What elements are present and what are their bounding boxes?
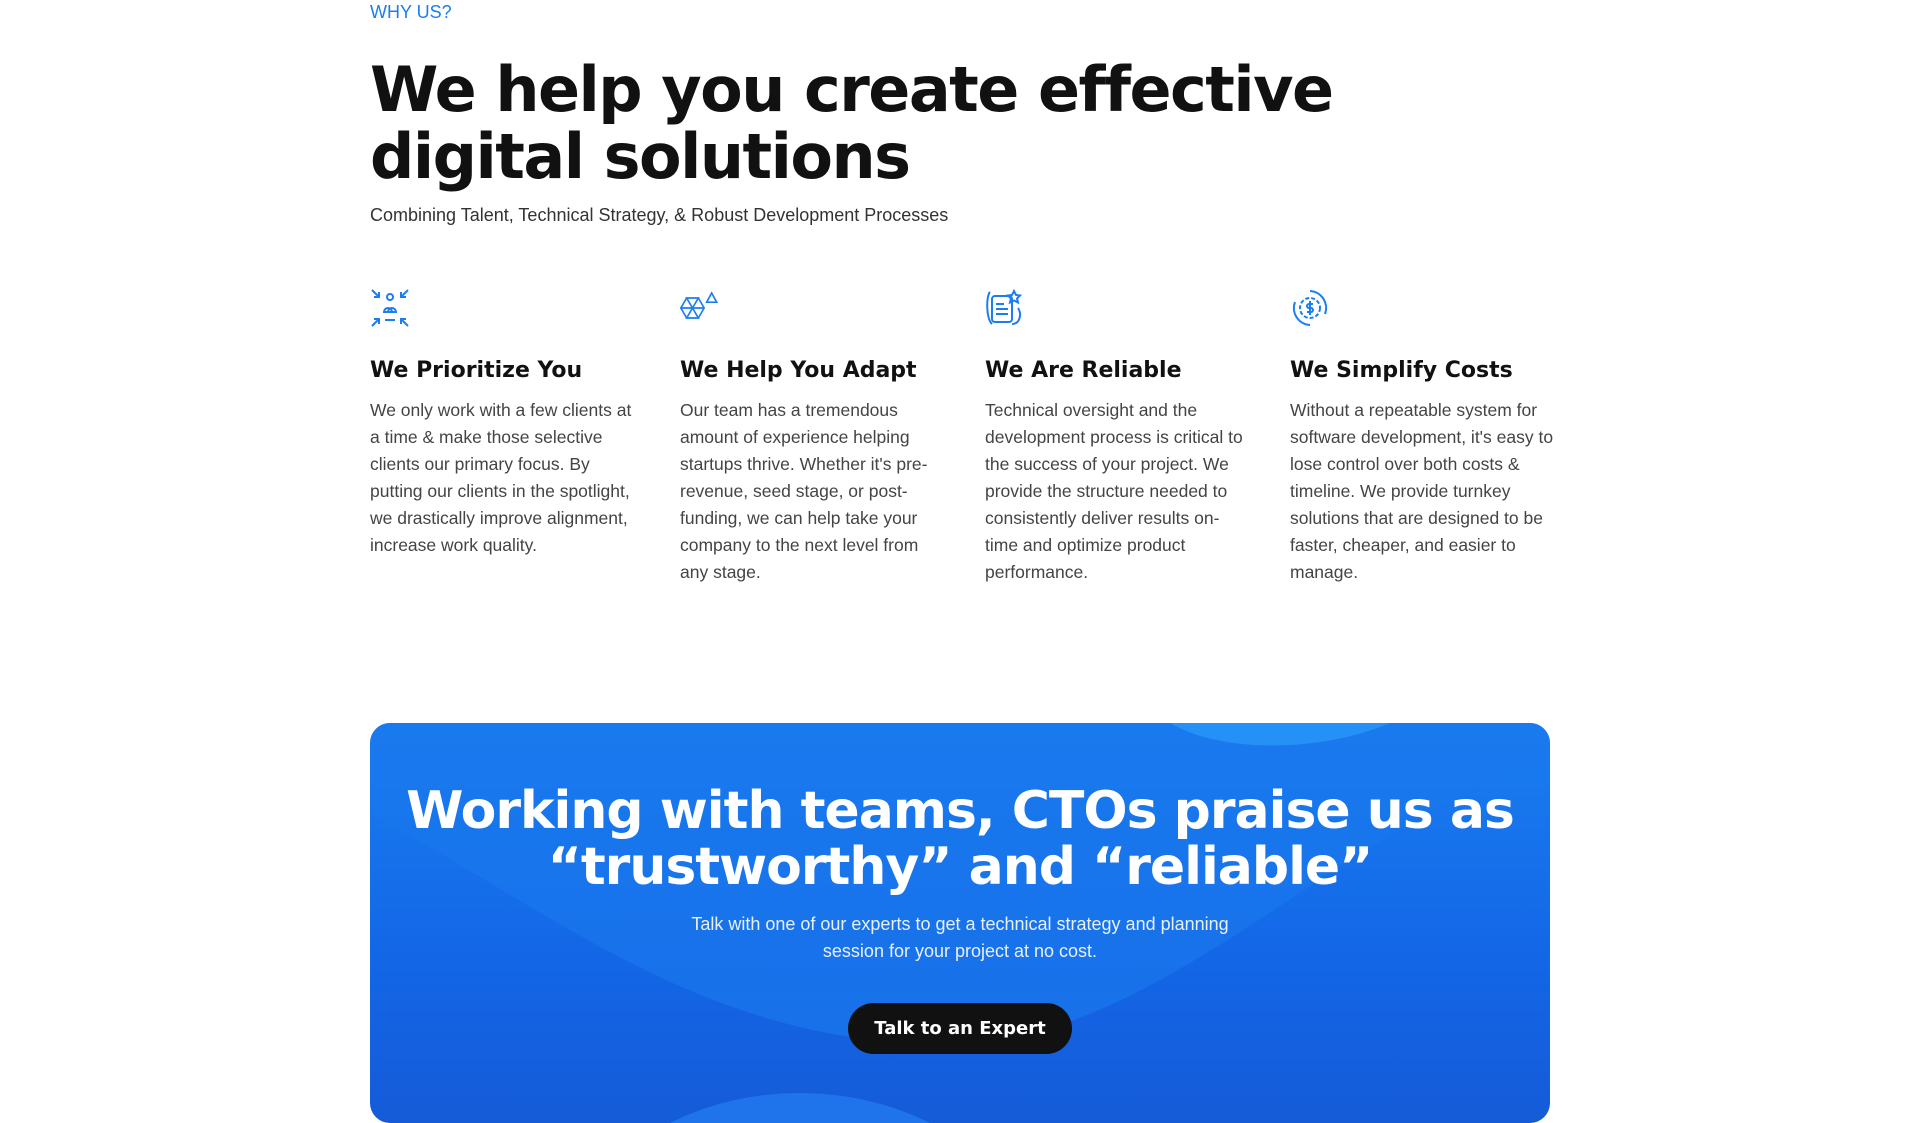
feature-text: Technical oversight and the development … <box>985 400 1243 582</box>
feature-reliable: We Are Reliable Technical oversight and … <box>985 288 1250 586</box>
document-star-icon <box>986 288 1023 325</box>
focus-people-icon <box>371 289 409 327</box>
feature-title: We Help You Adapt <box>680 358 917 383</box>
cta-banner: Working with teams, CTOs praise us as “t… <box>370 723 1550 1123</box>
section-eyebrow: WHY US? <box>370 2 452 22</box>
feature-text: Without a repeatable system for software… <box>1290 400 1554 582</box>
feature-costs: We Simplify Costs Without a repeatable s… <box>1290 288 1555 586</box>
cta-text: Talk with one of our experts to get a te… <box>691 914 1229 961</box>
page-subtitle: Combining Talent, Technical Strategy, & … <box>370 205 949 225</box>
feature-text: Our team has a tremendous amount of expe… <box>680 400 928 582</box>
feature-adapt: We Help You Adapt Our team has a tremend… <box>680 288 945 586</box>
feature-title: We Are Reliable <box>985 358 1182 383</box>
shapes-adapt-icon <box>680 291 719 319</box>
feature-prioritize: We Prioritize You We only work with a fe… <box>370 288 635 559</box>
talk-to-expert-button[interactable]: Talk to an Expert <box>848 1003 1072 1054</box>
feature-title: We Prioritize You <box>370 358 583 383</box>
feature-text: We only work with a few clients at a tim… <box>370 400 632 555</box>
page-title: We help you create effective digital sol… <box>370 53 1334 193</box>
dollar-gear-cycle-icon <box>1292 290 1328 326</box>
cta-title: Working with teams, CTOs praise us as “t… <box>406 781 1515 897</box>
feature-title: We Simplify Costs <box>1290 358 1513 383</box>
